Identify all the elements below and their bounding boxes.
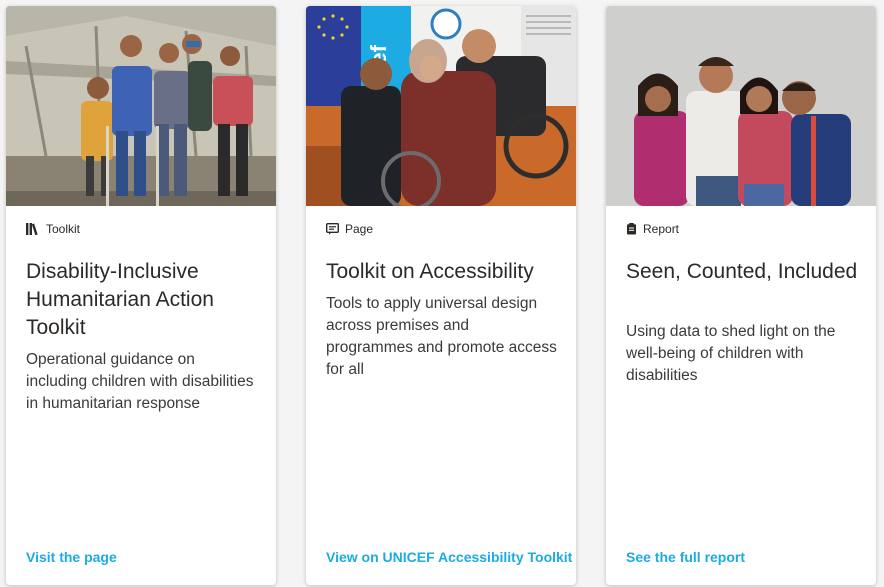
- resource-card-report[interactable]: Report Seen, Counted, Included Using dat…: [606, 6, 876, 585]
- card-title: Seen, Counted, Included: [626, 260, 858, 283]
- resource-type-tag: Report: [626, 222, 679, 236]
- resource-type-label: Toolkit: [46, 222, 81, 236]
- card-image[interactable]: [6, 6, 276, 206]
- card-description: Operational guidance on including childr…: [26, 351, 254, 412]
- see-full-report-link[interactable]: See the full report: [626, 549, 745, 565]
- card-image[interactable]: cef: [306, 6, 576, 206]
- resource-card-toolkit[interactable]: Toolkit Disability-Inclusive Humanitaria…: [6, 6, 276, 585]
- card-title: Disability-Inclusive Humanitarian Action…: [26, 260, 214, 339]
- resource-type-tag: Toolkit: [26, 222, 80, 236]
- view-accessibility-toolkit-link[interactable]: View on UNICEF Accessibility Toolkit: [326, 549, 572, 565]
- resource-type-label: Report: [643, 222, 680, 236]
- resource-type-label: Page: [345, 222, 374, 236]
- books-icon: [26, 223, 40, 235]
- card-description: Using data to shed light on the well-bei…: [626, 323, 836, 384]
- page-icon: [326, 223, 339, 235]
- resource-card-page[interactable]: cef Page: [306, 6, 576, 585]
- card-image[interactable]: [606, 6, 876, 206]
- visit-page-link[interactable]: Visit the page: [26, 549, 117, 565]
- card-title: Toolkit on Accessibility: [326, 260, 534, 283]
- resource-type-tag: Page: [326, 222, 373, 236]
- report-icon: [626, 223, 637, 235]
- card-description: Tools to apply universal design across p…: [326, 295, 557, 378]
